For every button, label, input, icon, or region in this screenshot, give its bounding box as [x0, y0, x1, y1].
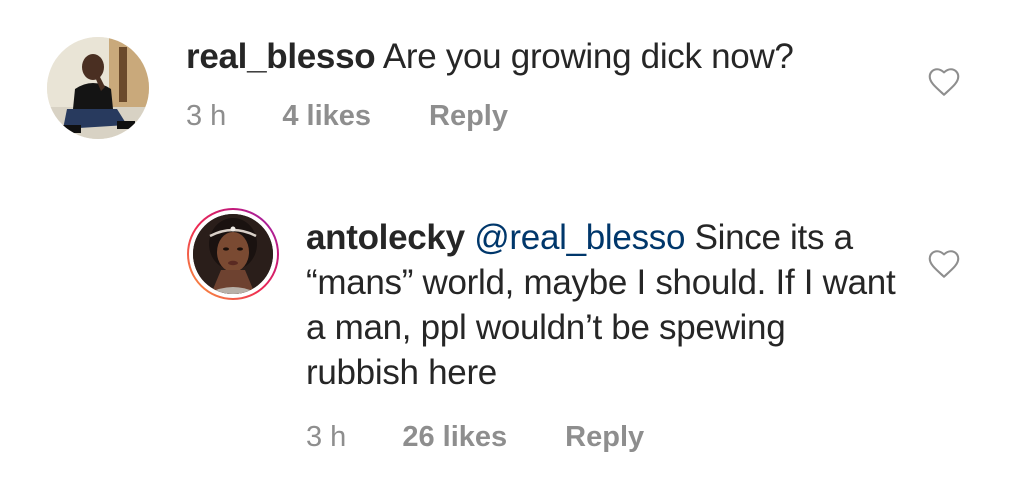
comment-timestamp: 3 h [186, 100, 227, 132]
comment-meta: 3 h 26 likes Reply [306, 421, 644, 454]
comment-username[interactable]: antolecky [306, 218, 465, 257]
likes-count[interactable]: 4 likes [282, 100, 371, 133]
user-avatar-icon [193, 214, 273, 294]
comment-text: Are you growing dick now? [382, 37, 794, 76]
user-avatar-icon [47, 37, 149, 139]
comment-body: real_blesso Are you growing dick now? [186, 34, 794, 79]
reply-button[interactable]: Reply [565, 421, 644, 454]
reply-button[interactable]: Reply [429, 100, 508, 133]
likes-count[interactable]: 26 likes [402, 421, 507, 454]
like-heart-icon[interactable] [926, 246, 962, 282]
comment-username[interactable]: real_blesso [186, 37, 376, 76]
like-heart-icon[interactable] [926, 64, 962, 100]
comment-meta: 3 h 4 likes Reply [186, 100, 508, 133]
comment-timestamp: 3 h [306, 421, 347, 453]
comment-mention[interactable]: @real_blesso [474, 218, 685, 257]
avatar[interactable] [189, 210, 277, 298]
comment-body: antolecky @real_blesso Since its a “mans… [306, 215, 896, 395]
avatar[interactable] [47, 37, 149, 139]
comments-screen: real_blesso Are you growing dick now? 3 … [0, 0, 1024, 485]
